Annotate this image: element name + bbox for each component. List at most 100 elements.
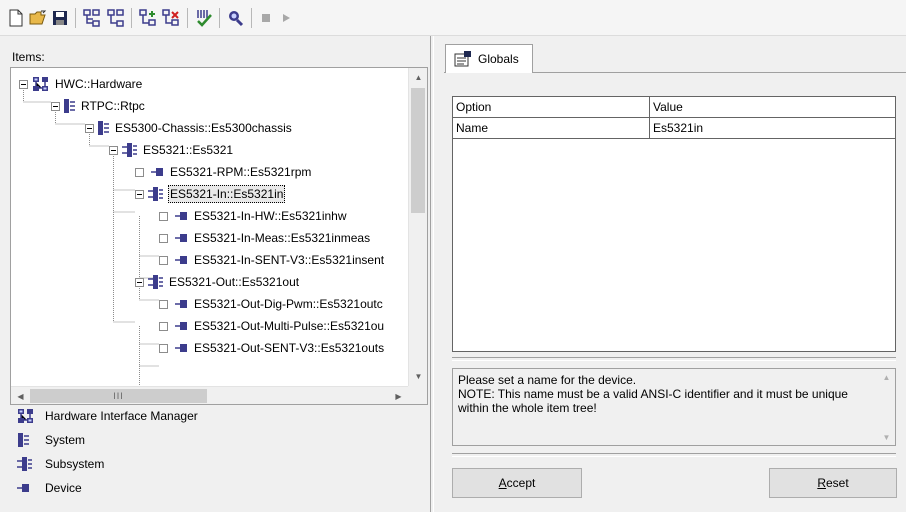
legend-device: Device xyxy=(17,478,82,498)
right-pane: Globals Option Value Name Es5321in Pleas… xyxy=(434,36,906,512)
tree-node-subsystem[interactable]: ES5321-Out::Es5321out xyxy=(135,271,300,293)
scrollbar-corner xyxy=(408,386,427,404)
tree-node-label: ES5321-Out-Dig-Pwm::Es5321outc xyxy=(194,297,383,311)
left-pane: Items: HWC::Hardware RTPC::Rtpc ES5300-C… xyxy=(0,36,430,512)
collapse-toggle-icon[interactable] xyxy=(135,277,144,287)
accept-button[interactable]: Accept xyxy=(452,468,582,498)
tree-node-device[interactable]: ES5321-Out-Multi-Pulse::Es5321ou xyxy=(159,315,385,337)
tree-node-device[interactable]: ES5321-In-Meas::Es5321inmeas xyxy=(159,227,371,249)
device-icon xyxy=(175,232,189,244)
collapse-toggle-icon[interactable] xyxy=(51,101,60,111)
scroll-grip: III xyxy=(113,391,124,401)
grid-description-divider[interactable] xyxy=(452,357,896,361)
legend-system: System xyxy=(17,430,85,450)
remove-item-icon[interactable] xyxy=(161,8,181,28)
tree-node-device[interactable]: ES5321-Out-Dig-Pwm::Es5321outc xyxy=(159,293,384,315)
tree-viewport: HWC::HardwareRTPC::RtpcES5300-Chassis::E… xyxy=(11,68,408,386)
items-label: Items: xyxy=(12,50,45,64)
scroll-up-arrow-icon[interactable]: ▲ xyxy=(877,369,896,385)
tree-checkbox[interactable] xyxy=(135,167,144,177)
validate-icon[interactable] xyxy=(194,8,214,28)
tree-vertical-scrollbar[interactable]: ▲ ▼ xyxy=(408,68,427,386)
collapse-toggle-icon[interactable] xyxy=(135,189,144,199)
device-icon xyxy=(175,342,189,354)
tree-node-device[interactable]: ES5321-In-SENT-V3::Es5321insent xyxy=(159,249,385,271)
collapse-toggle-icon[interactable] xyxy=(19,79,28,89)
tree-node-system[interactable]: ES5300-Chassis::Es5300chassis xyxy=(85,117,293,139)
tree-node-label: ES5321-Out-SENT-V3::Es5321outs xyxy=(194,341,385,355)
scroll-up-arrow-icon[interactable]: ▲ xyxy=(409,68,428,87)
description-scrollbar[interactable]: ▲ ▼ xyxy=(877,369,895,445)
scroll-right-arrow-icon[interactable]: ▶ xyxy=(389,387,408,405)
reset-label: Reset xyxy=(817,476,849,490)
description-buttons-divider xyxy=(452,453,896,457)
tree-node-label: RTPC::Rtpc xyxy=(81,99,145,113)
tree-node-device[interactable]: ES5321-Out-SENT-V3::Es5321outs xyxy=(159,337,385,359)
description-box: Please set a name for the device. NOTE: … xyxy=(452,368,896,446)
legend-label: Hardware Interface Manager xyxy=(45,409,198,423)
scroll-down-arrow-icon[interactable]: ▼ xyxy=(409,367,428,386)
scroll-down-arrow-icon[interactable]: ▼ xyxy=(877,429,896,445)
grid-header-row: Option Value xyxy=(453,97,895,118)
collapse-toggle-icon[interactable] xyxy=(109,145,118,155)
device-icon xyxy=(175,210,189,222)
hardware-icon xyxy=(17,408,39,424)
tree-node-label: HWC::Hardware xyxy=(55,77,143,91)
collapse-toggle-icon[interactable] xyxy=(85,123,94,133)
grid-header-option: Option xyxy=(453,97,650,118)
stop-icon[interactable] xyxy=(256,8,276,28)
tree-node-subsystem[interactable]: ES5321::Es5321 xyxy=(109,139,234,161)
save-icon[interactable] xyxy=(50,8,70,28)
tree-checkbox[interactable] xyxy=(159,299,168,309)
grid-header-value: Value xyxy=(650,97,895,118)
expand-tree-icon[interactable] xyxy=(82,8,102,28)
add-item-icon[interactable] xyxy=(138,8,158,28)
tree-checkbox[interactable] xyxy=(159,233,168,243)
device-icon xyxy=(151,166,165,178)
tree-node-device[interactable]: ES5321-In-HW::Es5321inhw xyxy=(159,205,348,227)
tree-node-label: ES5321-In-HW::Es5321inhw xyxy=(194,209,347,223)
horizontal-scroll-thumb[interactable]: III xyxy=(30,389,207,403)
item-tree[interactable]: HWC::HardwareRTPC::RtpcES5300-Chassis::E… xyxy=(10,67,428,405)
device-icon xyxy=(175,320,189,332)
tab-label: Globals xyxy=(478,52,519,66)
run-icon[interactable] xyxy=(276,8,296,28)
subsystem-icon xyxy=(122,143,138,157)
grid-cell-value[interactable]: Es5321in xyxy=(650,118,895,139)
toolbar-separator xyxy=(187,8,188,28)
grid-row[interactable]: Name Es5321in xyxy=(453,118,895,139)
tree-node-label: ES5321::Es5321 xyxy=(143,143,234,157)
new-icon[interactable] xyxy=(6,8,26,28)
subsystem-icon xyxy=(17,456,39,472)
globals-properties-icon xyxy=(454,51,472,67)
tree-node-label: ES5321-Out-Multi-Pulse::Es5321ou xyxy=(194,319,385,333)
toolbar-separator xyxy=(131,8,132,28)
tree-node-label: ES5321-In::Es5321in xyxy=(168,185,286,203)
hardware-icon xyxy=(32,76,50,92)
tree-horizontal-scrollbar[interactable]: ◀ III ▶ xyxy=(11,386,408,404)
collapse-tree-icon[interactable] xyxy=(106,8,126,28)
toolbar-separator xyxy=(75,8,76,28)
toolbar-separator xyxy=(219,8,220,28)
reset-button[interactable]: Reset xyxy=(769,468,897,498)
legend-label: Device xyxy=(45,481,82,495)
options-grid[interactable]: Option Value Name Es5321in xyxy=(452,96,896,352)
vertical-scroll-thumb[interactable] xyxy=(411,88,425,213)
device-icon xyxy=(175,254,189,266)
tree-node-device[interactable]: ES5321-RPM::Es5321rpm xyxy=(135,161,312,183)
system-icon xyxy=(64,99,76,113)
scroll-left-arrow-icon[interactable]: ◀ xyxy=(11,387,30,405)
tree-node-hardware[interactable]: HWC::Hardware xyxy=(19,73,143,95)
tree-checkbox[interactable] xyxy=(159,211,168,221)
find-device-icon[interactable] xyxy=(226,8,246,28)
grid-cell-option: Name xyxy=(453,118,650,139)
tree-checkbox[interactable] xyxy=(159,255,168,265)
tree-checkbox[interactable] xyxy=(159,321,168,331)
system-icon xyxy=(17,432,39,448)
tab-globals[interactable]: Globals xyxy=(445,44,533,73)
tree-node-subsystem[interactable]: ES5321-In::Es5321in xyxy=(135,183,286,205)
tree-node-system[interactable]: RTPC::Rtpc xyxy=(51,95,146,117)
legend-label: System xyxy=(45,433,86,447)
open-folder-icon[interactable] xyxy=(28,8,48,28)
tree-checkbox[interactable] xyxy=(159,343,168,353)
